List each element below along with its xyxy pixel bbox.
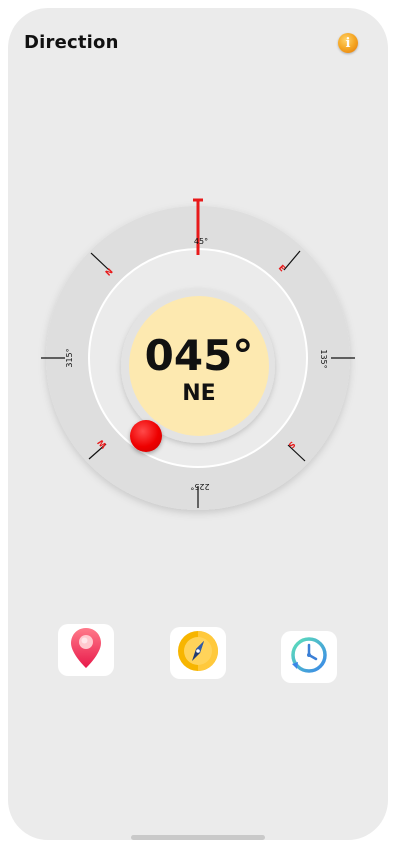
tab-location[interactable] (58, 624, 114, 676)
tick-ne (283, 250, 301, 271)
history-clock-icon (288, 634, 330, 680)
home-indicator[interactable] (131, 835, 265, 840)
cardinal-north: N (104, 267, 115, 278)
dial-label-right: 135° (319, 349, 328, 368)
map-pin-icon (69, 626, 103, 674)
heading-display: 045° NE (129, 296, 269, 436)
tab-compass[interactable] (170, 627, 226, 679)
heading-direction: NE (182, 380, 216, 406)
tab-bar (8, 624, 388, 684)
dial-label-top: 45° (194, 237, 208, 246)
cardinal-east: E (277, 263, 287, 273)
cardinal-west: W (96, 437, 109, 450)
heading-needle (193, 198, 203, 255)
dial-label-bottom: 225° (190, 482, 209, 491)
tab-history[interactable] (281, 631, 337, 683)
tick-se (287, 444, 306, 462)
info-icon[interactable]: i (338, 33, 358, 53)
compass-icon (176, 629, 220, 677)
page-title: Direction (24, 32, 119, 53)
tick-sw (88, 443, 107, 460)
tick-nw (90, 252, 110, 271)
heading-degrees: 045° (144, 330, 254, 380)
app-screen: Direction i 45° 135° 225° 315° N E S W 0… (8, 8, 388, 840)
cardinal-south: S (286, 440, 297, 451)
level-bubble[interactable] (130, 420, 162, 452)
dial-label-left: 315° (65, 348, 74, 367)
